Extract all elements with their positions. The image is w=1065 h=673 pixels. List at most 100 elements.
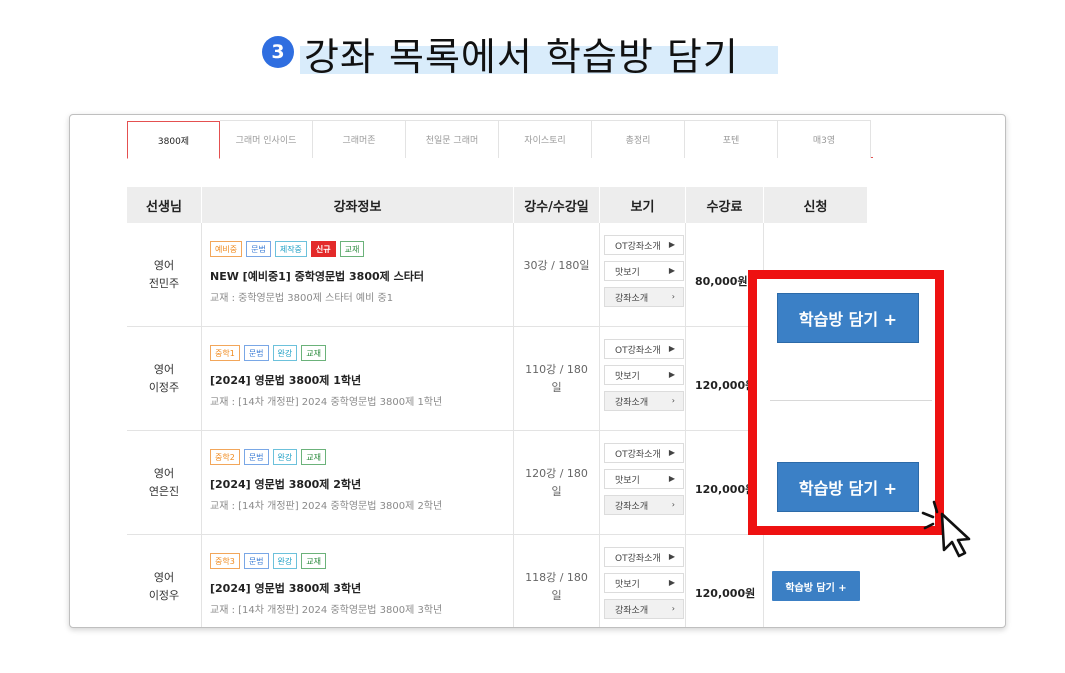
apply-cell: 학습방 담기 + — [764, 535, 868, 627]
teacher-name: 연은진 — [148, 484, 180, 498]
status-badge: 완강 — [272, 449, 298, 465]
level-badge: 중학1 — [210, 345, 240, 361]
ot-intro-button[interactable]: OT강좌소개 ▶ — [604, 443, 684, 463]
preview-button[interactable]: 맛보기 ▶ — [604, 261, 684, 281]
preview-button[interactable]: 맛보기 ▶ — [604, 365, 684, 385]
subject-label: 영어 — [153, 466, 175, 480]
lecture-count: 118강 / 180 — [525, 571, 588, 584]
course-title-link[interactable]: [2024] 영문법 3800제 1학년 — [210, 372, 513, 388]
caret-right-icon: ▶ — [668, 578, 675, 587]
fee-cell: 120,000원 — [686, 535, 764, 627]
preview-button[interactable]: 맛보기 ▶ — [604, 469, 684, 489]
course-intro-button[interactable]: 강좌소개 › — [604, 287, 684, 307]
row-divider — [770, 400, 932, 401]
ot-intro-button[interactable]: OT강좌소개 ▶ — [604, 235, 684, 255]
course-intro-label: 강좌소개 — [615, 293, 649, 304]
tab-grammar-inside[interactable]: 그래머 인사이드 — [220, 120, 313, 158]
tab-3800[interactable]: 3800제 — [127, 121, 220, 159]
level-badge: 중학2 — [210, 449, 240, 465]
tab-grammarzone[interactable]: 그래머존 — [313, 120, 406, 158]
subject-label: 영어 — [153, 258, 175, 272]
view-cell: OT강좌소개 ▶ 맛보기 ▶ 강좌소개 › — [600, 327, 686, 430]
header-count: 강수/수강일 — [514, 187, 600, 223]
tab-mae3eng[interactable]: 매3영 — [778, 120, 871, 158]
header-fee: 수강료 — [686, 187, 764, 223]
subject-label: 영어 — [153, 570, 175, 584]
level-badge: 예비중 — [210, 241, 243, 257]
course-fee: 120,000원 — [695, 379, 756, 392]
step-number-badge: 3 — [262, 36, 294, 68]
teacher-cell: 영어 이정우 — [127, 535, 202, 627]
teacher-cell: 영어 이정주 — [127, 327, 202, 430]
header-teacher: 선생님 — [127, 187, 202, 223]
lecture-count-cell: 110강 / 180 일 — [514, 327, 600, 430]
course-intro-button[interactable]: 강좌소개 › — [604, 391, 684, 411]
table-header: 선생님 강좌정보 강수/수강일 보기 수강료 신청 — [127, 187, 868, 223]
course-fee: 120,000원 — [695, 587, 756, 600]
view-cell: OT강좌소개 ▶ 맛보기 ▶ 강좌소개 › — [600, 535, 686, 627]
tab-review[interactable]: 총정리 — [592, 120, 685, 158]
add-to-study-room-button[interactable]: 학습방 담기 + — [777, 293, 919, 343]
tab-poten[interactable]: 포텐 — [685, 120, 778, 158]
lecture-count-cell: 30강 / 180일 — [514, 223, 600, 326]
table-row: 영어 이정우 중학3 문법 완강 교재 [2024] 영문법 3800제 3학년… — [127, 535, 868, 627]
ot-intro-button[interactable]: OT강좌소개 ▶ — [604, 547, 684, 567]
category-badge: 문법 — [243, 449, 269, 465]
lecture-count: 110강 / 180 — [525, 363, 588, 376]
caret-right-icon: ▶ — [668, 474, 675, 483]
preview-label: 맛보기 — [615, 579, 640, 590]
step-heading: 3 강좌 목록에서 학습방 담기 — [0, 28, 1065, 88]
preview-label: 맛보기 — [615, 475, 640, 486]
heading-title: 강좌 목록에서 학습방 담기 — [304, 35, 739, 79]
lecture-count: 30강 / 180일 — [523, 259, 590, 272]
course-info-cell: 중학2 문법 완강 교재 [2024] 영문법 3800제 2학년 교재 : [… — [202, 431, 514, 534]
chevron-right-icon: › — [671, 604, 675, 613]
new-badge: 신규 — [310, 241, 336, 257]
course-intro-label: 강좌소개 — [615, 501, 649, 512]
caret-right-icon: ▶ — [668, 448, 675, 457]
category-badge: 문법 — [246, 241, 271, 257]
course-tabs: 3800제 그래머 인사이드 그래머존 천일문 그래머 자이스토리 총정리 포텐… — [127, 120, 873, 159]
pointer-cursor-icon — [921, 500, 971, 558]
teacher-cell: 영어 연은진 — [127, 431, 202, 534]
category-badge: 문법 — [243, 345, 269, 361]
lecture-count: 120강 / 180 — [525, 467, 588, 480]
caret-right-icon: ▶ — [668, 266, 675, 275]
preview-label: 맛보기 — [615, 267, 640, 278]
teacher-name: 전민주 — [148, 276, 180, 290]
preview-button[interactable]: 맛보기 ▶ — [604, 573, 684, 593]
header-info: 강좌정보 — [202, 187, 514, 223]
lecture-count-cont: 일 — [551, 589, 562, 602]
tab-xistory[interactable]: 자이스토리 — [499, 120, 592, 158]
course-textbook: 교재 : [14차 개정판] 2024 중학영문법 3800제 2학년 — [210, 501, 443, 512]
preview-label: 맛보기 — [615, 371, 640, 382]
course-title-link[interactable]: NEW [예비중1] 중학영문법 3800제 스타터 — [210, 268, 513, 284]
view-cell: OT강좌소개 ▶ 맛보기 ▶ 강좌소개 › — [600, 431, 686, 534]
course-intro-button[interactable]: 강좌소개 › — [604, 599, 684, 619]
ot-intro-label: OT강좌소개 — [615, 241, 661, 252]
ot-intro-label: OT강좌소개 — [615, 345, 661, 356]
teacher-cell: 영어 전민주 — [127, 223, 202, 326]
course-title-link[interactable]: [2024] 영문법 3800제 3학년 — [210, 580, 513, 596]
course-textbook: 교재 : 중학영문법 3800제 스타터 예비 중1 — [210, 293, 394, 304]
textbook-badge: 교재 — [301, 553, 327, 569]
lecture-count-cell: 118강 / 180 일 — [514, 535, 600, 627]
course-badges: 중학3 문법 완강 교재 — [210, 553, 513, 569]
add-to-study-room-button[interactable]: 학습방 담기 + — [772, 571, 860, 601]
view-cell: OT강좌소개 ▶ 맛보기 ▶ 강좌소개 › — [600, 223, 686, 326]
caret-right-icon: ▶ — [668, 552, 675, 561]
header-apply: 신청 — [764, 187, 868, 223]
status-badge: 제작중 — [274, 241, 307, 257]
course-info-cell: 중학3 문법 완강 교재 [2024] 영문법 3800제 3학년 교재 : [… — [202, 535, 514, 627]
course-title-link[interactable]: [2024] 영문법 3800제 2학년 — [210, 476, 513, 492]
course-textbook: 교재 : [14차 개정판] 2024 중학영문법 3800제 3학년 — [210, 605, 443, 616]
add-to-study-room-button[interactable]: 학습방 담기 + — [777, 462, 919, 512]
ot-intro-label: OT강좌소개 — [615, 553, 661, 564]
tab-cheonilmun-grammar[interactable]: 천일문 그래머 — [406, 120, 499, 158]
status-badge: 완강 — [272, 553, 298, 569]
course-textbook: 교재 : [14차 개정판] 2024 중학영문법 3800제 1학년 — [210, 397, 443, 408]
course-intro-button[interactable]: 강좌소개 › — [604, 495, 684, 515]
ot-intro-button[interactable]: OT강좌소개 ▶ — [604, 339, 684, 359]
lecture-count-cont: 일 — [551, 485, 562, 498]
ot-intro-label: OT강좌소개 — [615, 449, 661, 460]
